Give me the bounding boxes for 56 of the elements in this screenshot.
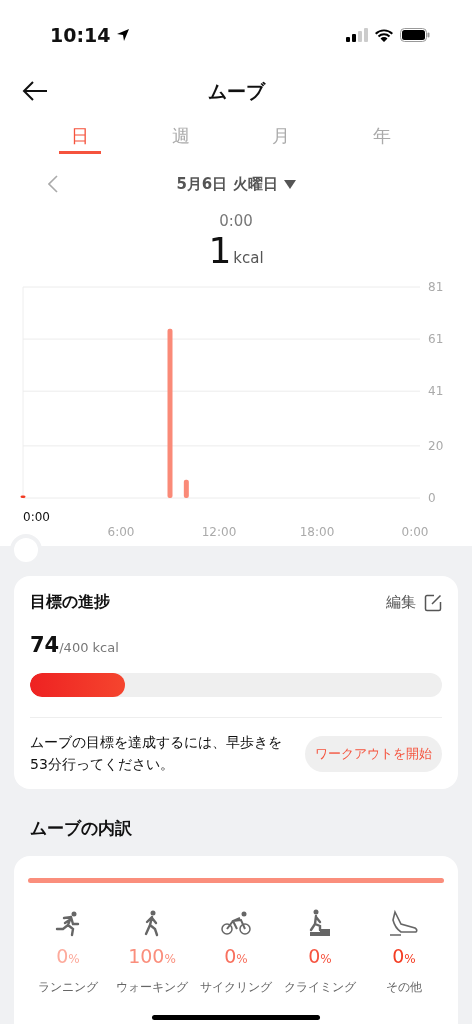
cyclist-icon [221, 909, 251, 938]
percent-value: 0 [56, 945, 69, 968]
status-time: 10:14 [50, 24, 111, 46]
percent-unit: % [164, 952, 176, 967]
y-axis-label: 81 [428, 280, 444, 294]
start-workout-button[interactable]: ワークアウトを開始 [305, 735, 442, 772]
activity-label: クライミング [284, 979, 356, 997]
percent-value: 0 [392, 945, 405, 968]
x-axis-label: 6:00 [107, 525, 135, 539]
y-axis-label: 0 [428, 491, 436, 505]
percent-unit: % [68, 952, 80, 967]
caret-icon [283, 179, 296, 189]
page-title: ムーブ [207, 79, 265, 104]
period-tab[interactable]: 年 [360, 120, 403, 154]
location-arrow-icon [116, 28, 131, 42]
x-axis-label: 18:00 [299, 525, 335, 539]
cursor-time-label: 0:00 [23, 510, 50, 524]
battery-icon [400, 28, 430, 42]
activity-label: サイクリング [200, 979, 272, 997]
card-title: 目標の進捗 [30, 592, 110, 613]
y-axis-label: 20 [428, 438, 444, 453]
activity-label: その他 [386, 979, 422, 997]
wifi-icon [374, 27, 394, 43]
chart-bar [183, 479, 189, 498]
period-tab[interactable]: 週 [159, 120, 202, 154]
signal-icon [346, 28, 368, 42]
goal-target: /400 kcal [59, 640, 119, 655]
percent-value: 100 [128, 945, 165, 968]
previous-day-icon[interactable] [48, 175, 58, 193]
y-axis-label: 61 [428, 332, 444, 347]
back-button[interactable] [22, 80, 48, 102]
percent-value: 0 [308, 945, 321, 968]
percent-value: 0 [224, 945, 237, 968]
edit-button[interactable]: 編集 [386, 593, 442, 612]
percent-unit: % [404, 952, 416, 967]
edit-icon [424, 593, 442, 612]
percent-unit: % [236, 952, 248, 967]
running-figure-icon [55, 909, 81, 938]
activity-label: ウォーキング [116, 979, 188, 997]
y-axis-label: 41 [428, 384, 444, 399]
goal-progress-value: 74 [30, 633, 60, 657]
activity-label: ランニング [38, 979, 98, 997]
period-tab[interactable]: 月 [260, 120, 303, 154]
stair-climbing-icon [308, 909, 332, 938]
percent-unit: % [320, 952, 332, 967]
x-axis-label: 0:00 [401, 525, 429, 539]
x-axis-label: 12:00 [201, 525, 237, 539]
shoe-icon [389, 909, 419, 938]
goal-message: ムーブの目標を達成するには、早歩きを53分行ってください。 [30, 733, 283, 774]
section-title: ムーブの内訳 [30, 817, 133, 841]
date-selector[interactable]: 5月6日 火曜日 [176, 174, 296, 194]
calorie-value: 1 [208, 230, 232, 271]
selected-time: 0:00 [218, 212, 254, 230]
chart-bar [20, 495, 26, 498]
calorie-unit: kcal [233, 249, 264, 267]
period-tab[interactable]: 日 [59, 120, 102, 154]
